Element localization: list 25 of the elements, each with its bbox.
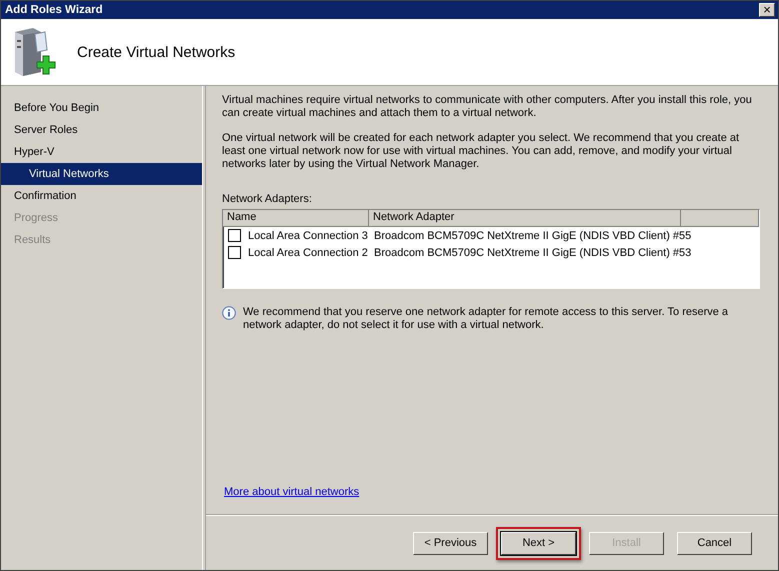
adapter-name: Local Area Connection 2 bbox=[248, 246, 368, 258]
wizard-button[interactable]: Cancel bbox=[677, 532, 752, 554]
adapter-description: Broadcom BCM5709C NetXtreme II GigE (NDIS VBD Client) #53 bbox=[374, 246, 692, 258]
help-link[interactable]: More about virtual networks bbox=[224, 486, 360, 498]
column-header[interactable]: Network Adapter bbox=[369, 210, 681, 226]
step-item[interactable]: Confirmation bbox=[1, 185, 202, 207]
step-item[interactable]: Virtual Networks bbox=[1, 163, 202, 185]
step-item[interactable]: Hyper-V bbox=[1, 141, 202, 163]
info-text: We recommend that you reserve one network adapter for remote access to this server. To reserve a network adapter, do not select it for use with a virtual network. bbox=[243, 306, 730, 332]
description-text: One virtual network will be created for each network adapter you select. We recommend that you create at least one virtual network now for use with virtual machines. You can add, remove, and modify your virtual networks later by using the Virtual Network Manager. bbox=[222, 132, 740, 171]
info-icon bbox=[222, 306, 236, 320]
close-button[interactable]: × bbox=[759, 3, 775, 17]
checkbox[interactable] bbox=[228, 229, 241, 242]
description-text: Virtual machines require virtual networks to communicate with other computers. After you install this role, you can create virtual machines and attach them to a virtual network. bbox=[222, 94, 753, 120]
wizard-button[interactable]: Next > bbox=[501, 532, 576, 554]
adapter-description: Broadcom BCM5709C NetXtreme II GigE (NDIS VBD Client) #55 bbox=[374, 230, 692, 242]
page-title: Create Virtual Networks bbox=[77, 44, 236, 60]
adapters-label: Network Adapters: bbox=[222, 193, 313, 205]
wizard-button[interactable]: < Previous bbox=[413, 532, 488, 554]
step-item[interactable]: Server Roles bbox=[1, 119, 202, 141]
column-header[interactable]: Name bbox=[223, 210, 369, 226]
adapter-name: Local Area Connection 3 bbox=[248, 230, 368, 242]
checkbox[interactable] bbox=[228, 246, 241, 259]
step-item[interactable]: Before You Begin bbox=[1, 97, 202, 119]
window-title: Add Roles Wizard bbox=[5, 4, 103, 16]
